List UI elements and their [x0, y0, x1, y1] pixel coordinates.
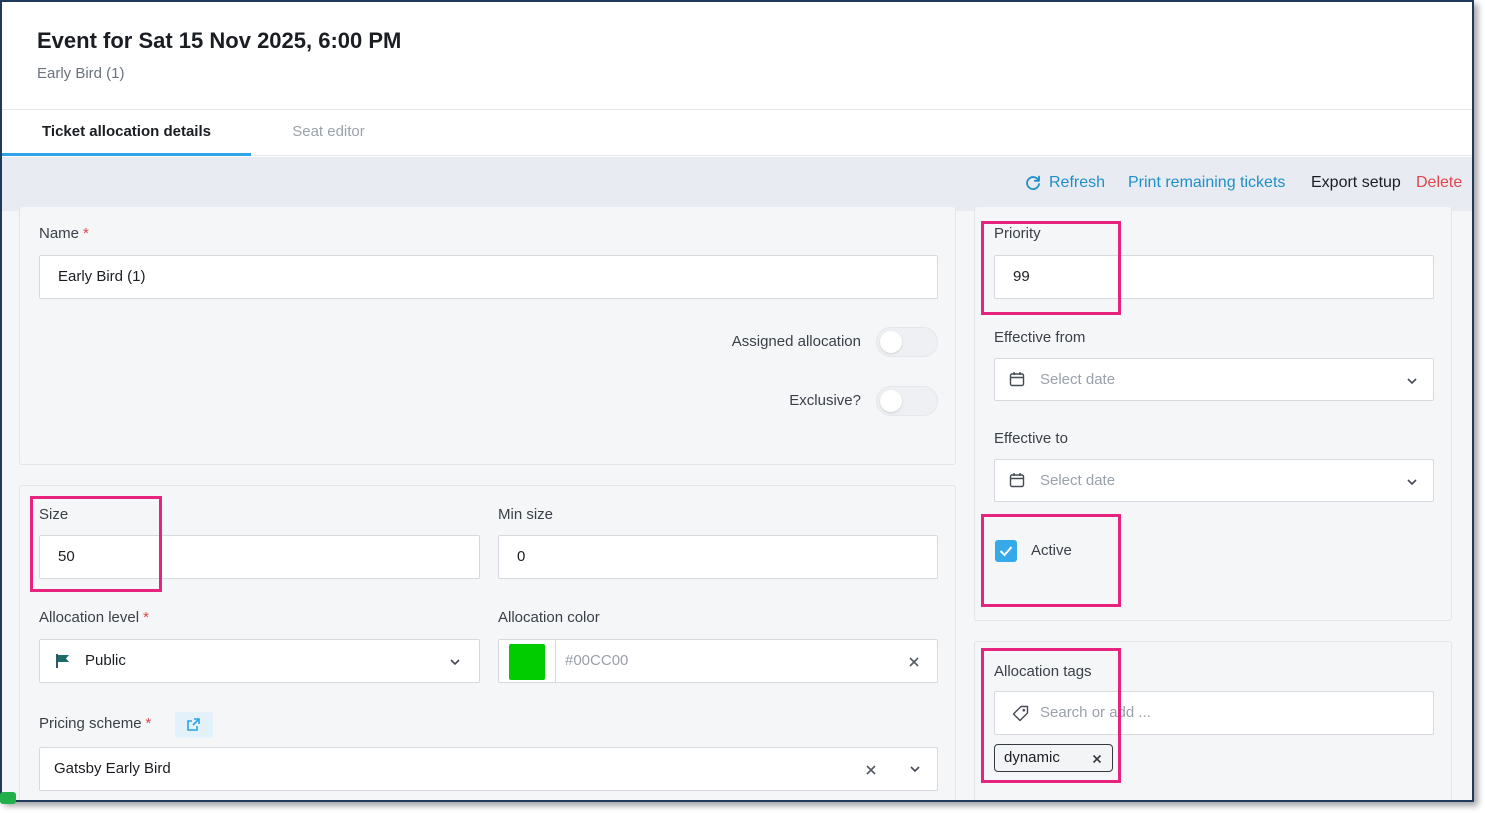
effective-from-picker[interactable]: Select date [994, 358, 1434, 401]
exclusive-toggle[interactable] [876, 386, 938, 416]
refresh-label: Refresh [1049, 174, 1106, 191]
priority-label: Priority [994, 225, 1041, 242]
min-size-input[interactable]: 0 [498, 535, 938, 579]
external-link-icon [187, 718, 200, 731]
page-subtitle: Early Bird (1) [37, 65, 125, 82]
page-title: Event for Sat 15 Nov 2025, 6:00 PM [37, 28, 402, 53]
general-card: Name * Early Bird (1) Assigned allocation… [19, 207, 956, 465]
refresh-icon [1026, 175, 1040, 190]
export-setup-button[interactable]: Export setup [1311, 174, 1401, 192]
close-icon[interactable] [865, 764, 877, 776]
assigned-allocation-label: Assigned allocation [731, 333, 861, 350]
tab-bar: Ticket allocation details Seat editor [2, 110, 1472, 156]
tags-card: Allocation tags Search or add ... dynami… [974, 641, 1452, 800]
effective-to-placeholder: Select date [1040, 472, 1116, 489]
size-input[interactable]: 50 [39, 535, 480, 579]
allocation-level-label: Allocation level * [39, 609, 149, 626]
allocation-color-label: Allocation color [498, 609, 600, 626]
allocation-card: Size 50 Min size 0 Allocation level * Pub… [19, 485, 956, 800]
allocation-color-input[interactable]: #00CC00 [498, 639, 938, 683]
flag-icon [56, 654, 69, 668]
calendar-icon [1009, 372, 1025, 387]
close-icon[interactable] [1092, 754, 1102, 764]
check-icon [999, 546, 1013, 557]
allocation-level-value: Public [85, 652, 126, 669]
refresh-button[interactable]: Refresh [1024, 174, 1105, 192]
allocation-tags-input[interactable]: Search or add ... [994, 691, 1434, 735]
tab-ticket-allocation-details[interactable]: Ticket allocation details [2, 110, 251, 156]
effective-from-label: Effective from [994, 329, 1086, 346]
name-input[interactable]: Early Bird (1) [39, 255, 938, 299]
size-label: Size [39, 506, 69, 523]
app-window: Event for Sat 15 Nov 2025, 6:00 PM Early… [0, 0, 1474, 802]
calendar-icon [1009, 473, 1025, 488]
chevron-down-icon [1407, 378, 1417, 385]
close-icon[interactable] [908, 656, 920, 668]
pricing-scheme-value: Gatsby Early Bird [54, 760, 171, 777]
effective-to-label: Effective to [994, 430, 1068, 447]
pricing-scheme-select[interactable]: Gatsby Early Bird [39, 747, 938, 791]
exclusive-label: Exclusive? [789, 392, 861, 409]
action-toolbar: Refresh Print remaining tickets Export s… [2, 157, 1472, 211]
chevron-down-icon [450, 659, 460, 666]
divider [555, 640, 556, 682]
allocation-tags-label: Allocation tags [994, 663, 1092, 680]
chevron-down-icon [1407, 479, 1417, 486]
form-content: Name * Early Bird (1) Assigned allocation… [2, 207, 1472, 800]
delete-button[interactable]: Delete [1416, 174, 1462, 192]
active-label: Active [1031, 542, 1072, 559]
priority-input[interactable]: 99 [994, 255, 1434, 299]
status-indicator [0, 792, 16, 804]
allocation-level-select[interactable]: Public [39, 639, 480, 683]
effective-to-picker[interactable]: Select date [994, 459, 1434, 502]
assigned-allocation-toggle[interactable] [876, 327, 938, 357]
schedule-card: Priority 99 Effective from Select date E… [974, 207, 1452, 621]
pricing-scheme-label: Pricing scheme * [39, 715, 152, 732]
tab-seat-editor[interactable]: Seat editor [251, 110, 406, 156]
allocation-tags-placeholder: Search or add ... [1040, 704, 1151, 721]
page-header: Event for Sat 15 Nov 2025, 6:00 PM Early… [2, 2, 1472, 110]
open-pricing-scheme-button[interactable] [175, 712, 213, 738]
chevron-down-icon [910, 766, 920, 773]
color-swatch[interactable] [509, 644, 545, 680]
min-size-label: Min size [498, 506, 554, 523]
effective-from-placeholder: Select date [1040, 371, 1116, 388]
tag-icon [1012, 705, 1029, 722]
active-checkbox[interactable] [995, 540, 1017, 562]
name-label: Name * [39, 225, 89, 242]
allocation-color-placeholder: #00CC00 [565, 652, 629, 669]
tag-chip: dynamic [994, 744, 1113, 772]
tag-chip-label: dynamic [1004, 749, 1060, 766]
print-remaining-tickets-button[interactable]: Print remaining tickets [1128, 174, 1285, 192]
